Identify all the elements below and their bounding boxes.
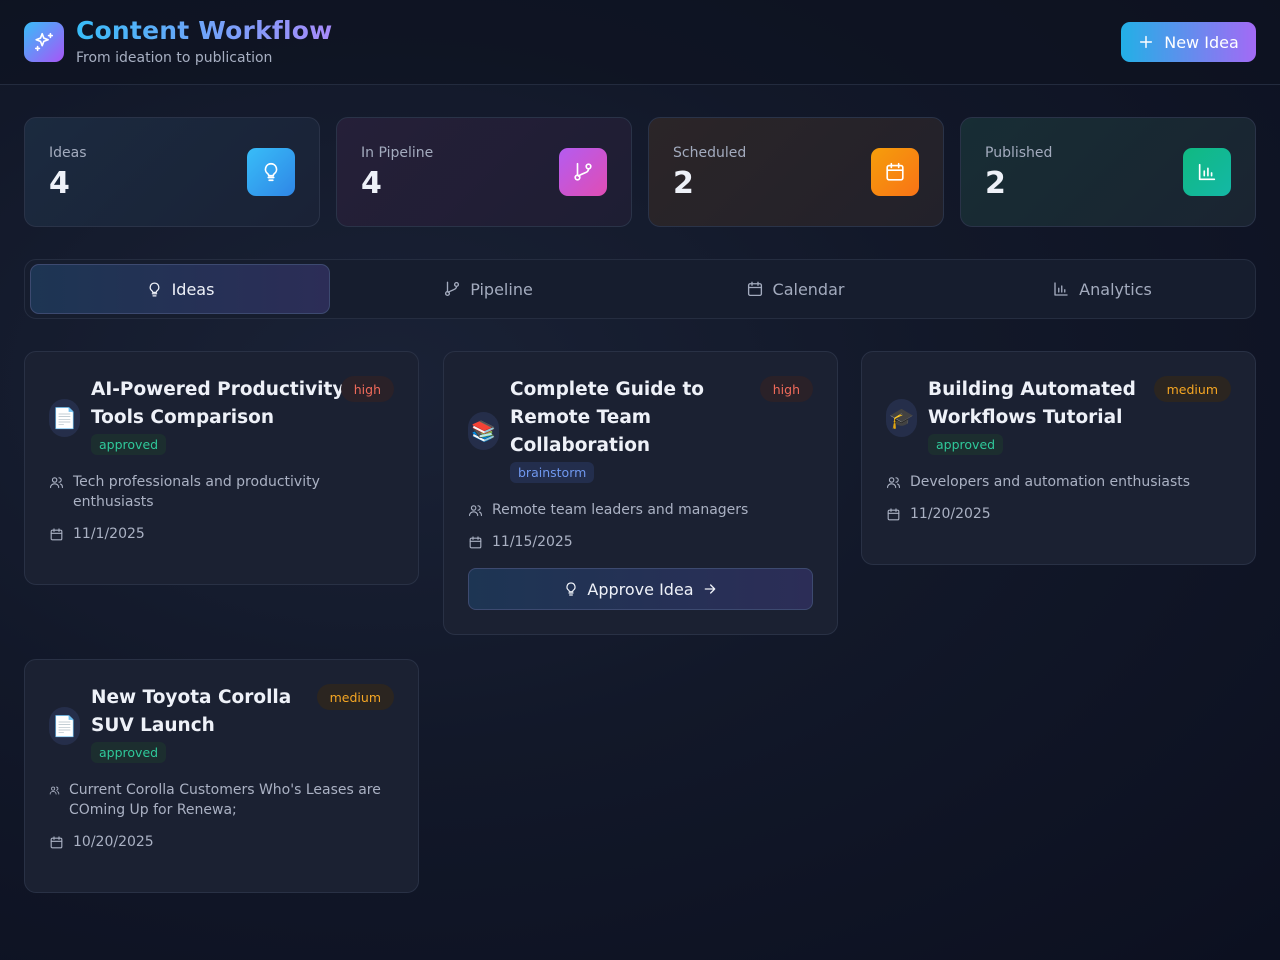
status-badge: approved bbox=[928, 434, 1004, 455]
git-branch-icon bbox=[559, 148, 607, 196]
priority-badge: high bbox=[340, 376, 394, 402]
lightbulb-icon bbox=[247, 148, 295, 196]
stat-label: Published bbox=[985, 145, 1053, 161]
calendar-icon bbox=[50, 836, 63, 849]
plus-icon bbox=[1140, 35, 1153, 49]
idea-title-line: AI-Powered Productivity bbox=[91, 379, 345, 400]
stat-label: In Pipeline bbox=[361, 145, 434, 161]
app-title: Content Workflow bbox=[76, 16, 333, 45]
calendar-icon bbox=[871, 148, 919, 196]
idea-title-line: Building Automated bbox=[928, 379, 1136, 400]
audience-text: Tech professionals and productivity enth… bbox=[73, 472, 320, 512]
stat-label: Scheduled bbox=[673, 145, 747, 161]
idea-title-line: Tools Comparison bbox=[91, 407, 275, 428]
bar-chart-icon bbox=[1183, 148, 1231, 196]
calendar-icon bbox=[50, 528, 63, 541]
idea-date: 11/20/2025 bbox=[910, 506, 991, 522]
date-row: 11/20/2025 bbox=[886, 504, 991, 524]
tab-label: Ideas bbox=[171, 279, 215, 299]
stat-card-scheduled: Scheduled 2 bbox=[648, 117, 944, 227]
tab-label: Pipeline bbox=[470, 279, 533, 299]
approve-idea-label: Approve Idea bbox=[587, 579, 694, 599]
approve-idea-button[interactable]: Approve Idea bbox=[468, 568, 813, 610]
stat-card-published: Published 2 bbox=[960, 117, 1256, 227]
tab-bar: Ideas Pipeline Calendar Analytics bbox=[24, 259, 1256, 319]
audience-line: enthusiasts bbox=[73, 494, 154, 510]
audience-row: Tech professionals and productivity enth… bbox=[49, 472, 320, 512]
app-subtitle: From ideation to publication bbox=[76, 50, 273, 66]
stat-value: 4 bbox=[361, 166, 382, 201]
new-idea-label: New Idea bbox=[1164, 32, 1239, 52]
users-icon bbox=[887, 477, 900, 489]
audience-row: Developers and automation enthusiasts bbox=[886, 472, 1190, 492]
audience-line: COming Up for Renewa; bbox=[69, 802, 237, 818]
tab-analytics[interactable]: Analytics bbox=[952, 264, 1252, 314]
stat-value: 2 bbox=[985, 166, 1006, 201]
audience-row: Remote team leaders and managers bbox=[468, 500, 748, 520]
idea-title-line: Collaboration bbox=[510, 435, 651, 456]
idea-date: 11/1/2025 bbox=[73, 526, 145, 542]
users-icon bbox=[469, 505, 482, 517]
new-idea-button[interactable]: New Idea bbox=[1121, 22, 1256, 62]
sparkles-icon bbox=[24, 22, 64, 62]
calendar-icon bbox=[469, 536, 482, 549]
idea-title-line: New Toyota Corolla bbox=[91, 687, 292, 708]
date-row: 10/20/2025 bbox=[49, 832, 154, 852]
idea-card[interactable]: 📚 Complete Guide to Remote Team Collabor… bbox=[443, 351, 838, 635]
priority-badge: high bbox=[759, 376, 813, 402]
audience-row: Current Corolla Customers Who's Leases a… bbox=[49, 780, 381, 820]
audience-line: Current Corolla Customers Who's Leases a… bbox=[69, 782, 381, 798]
idea-title-line: Workflows Tutorial bbox=[928, 407, 1123, 428]
date-row: 11/15/2025 bbox=[468, 532, 573, 552]
audience-text: Current Corolla Customers Who's Leases a… bbox=[69, 780, 381, 820]
graduation-cap-icon: 🎓 bbox=[886, 399, 917, 437]
tab-label: Calendar bbox=[772, 279, 845, 299]
idea-card[interactable]: 📄 New Toyota Corolla SUV Launch medium a… bbox=[24, 659, 419, 893]
idea-date: 11/15/2025 bbox=[492, 534, 573, 550]
idea-title: Building Automated Workflows Tutorial bbox=[928, 376, 1136, 432]
tab-label: Analytics bbox=[1079, 279, 1152, 299]
idea-title-line: Remote Team bbox=[510, 407, 652, 428]
users-icon bbox=[50, 477, 63, 489]
stat-label: Ideas bbox=[49, 145, 87, 161]
date-row: 11/1/2025 bbox=[49, 524, 145, 544]
stat-card-ideas: Ideas 4 bbox=[24, 117, 320, 227]
books-icon: 📚 bbox=[468, 412, 499, 450]
lightbulb-icon bbox=[149, 281, 159, 297]
document-icon: 📄 bbox=[49, 707, 80, 745]
tab-pipeline[interactable]: Pipeline bbox=[338, 264, 638, 314]
idea-card[interactable]: 📄 AI-Powered Productivity Tools Comparis… bbox=[24, 351, 419, 585]
idea-date: 10/20/2025 bbox=[73, 834, 154, 850]
document-icon: 📄 bbox=[49, 399, 80, 437]
calendar-icon bbox=[887, 508, 900, 521]
git-branch-icon bbox=[445, 281, 460, 297]
idea-title-line: SUV Launch bbox=[91, 715, 215, 736]
idea-title-line: Complete Guide to bbox=[510, 379, 705, 400]
stat-value: 2 bbox=[673, 166, 694, 201]
idea-title: New Toyota Corolla SUV Launch bbox=[91, 684, 291, 740]
app-header: Content Workflow From ideation to public… bbox=[0, 0, 1280, 85]
stat-card-pipeline: In Pipeline 4 bbox=[336, 117, 632, 227]
tab-ideas[interactable]: Ideas bbox=[30, 264, 330, 314]
arrow-right-icon bbox=[704, 584, 715, 594]
tab-calendar[interactable]: Calendar bbox=[645, 264, 945, 314]
lightbulb-icon bbox=[566, 582, 576, 596]
idea-title: Complete Guide to Remote Team Collaborat… bbox=[510, 376, 704, 460]
calendar-icon bbox=[747, 281, 762, 297]
idea-card[interactable]: 🎓 Building Automated Workflows Tutorial … bbox=[861, 351, 1256, 565]
priority-badge: medium bbox=[1153, 376, 1231, 402]
audience-line: Tech professionals and productivity bbox=[73, 474, 320, 490]
priority-badge: medium bbox=[316, 684, 394, 710]
status-badge: approved bbox=[91, 742, 167, 763]
audience-text: Developers and automation enthusiasts bbox=[910, 474, 1191, 490]
stat-value: 4 bbox=[49, 166, 70, 201]
users-icon bbox=[49, 786, 60, 795]
status-badge: approved bbox=[91, 434, 167, 455]
status-badge: brainstorm bbox=[510, 462, 595, 483]
audience-text: Remote team leaders and managers bbox=[492, 502, 749, 518]
idea-title: AI-Powered Productivity Tools Comparison bbox=[91, 376, 344, 432]
bar-chart-icon bbox=[1054, 282, 1068, 296]
